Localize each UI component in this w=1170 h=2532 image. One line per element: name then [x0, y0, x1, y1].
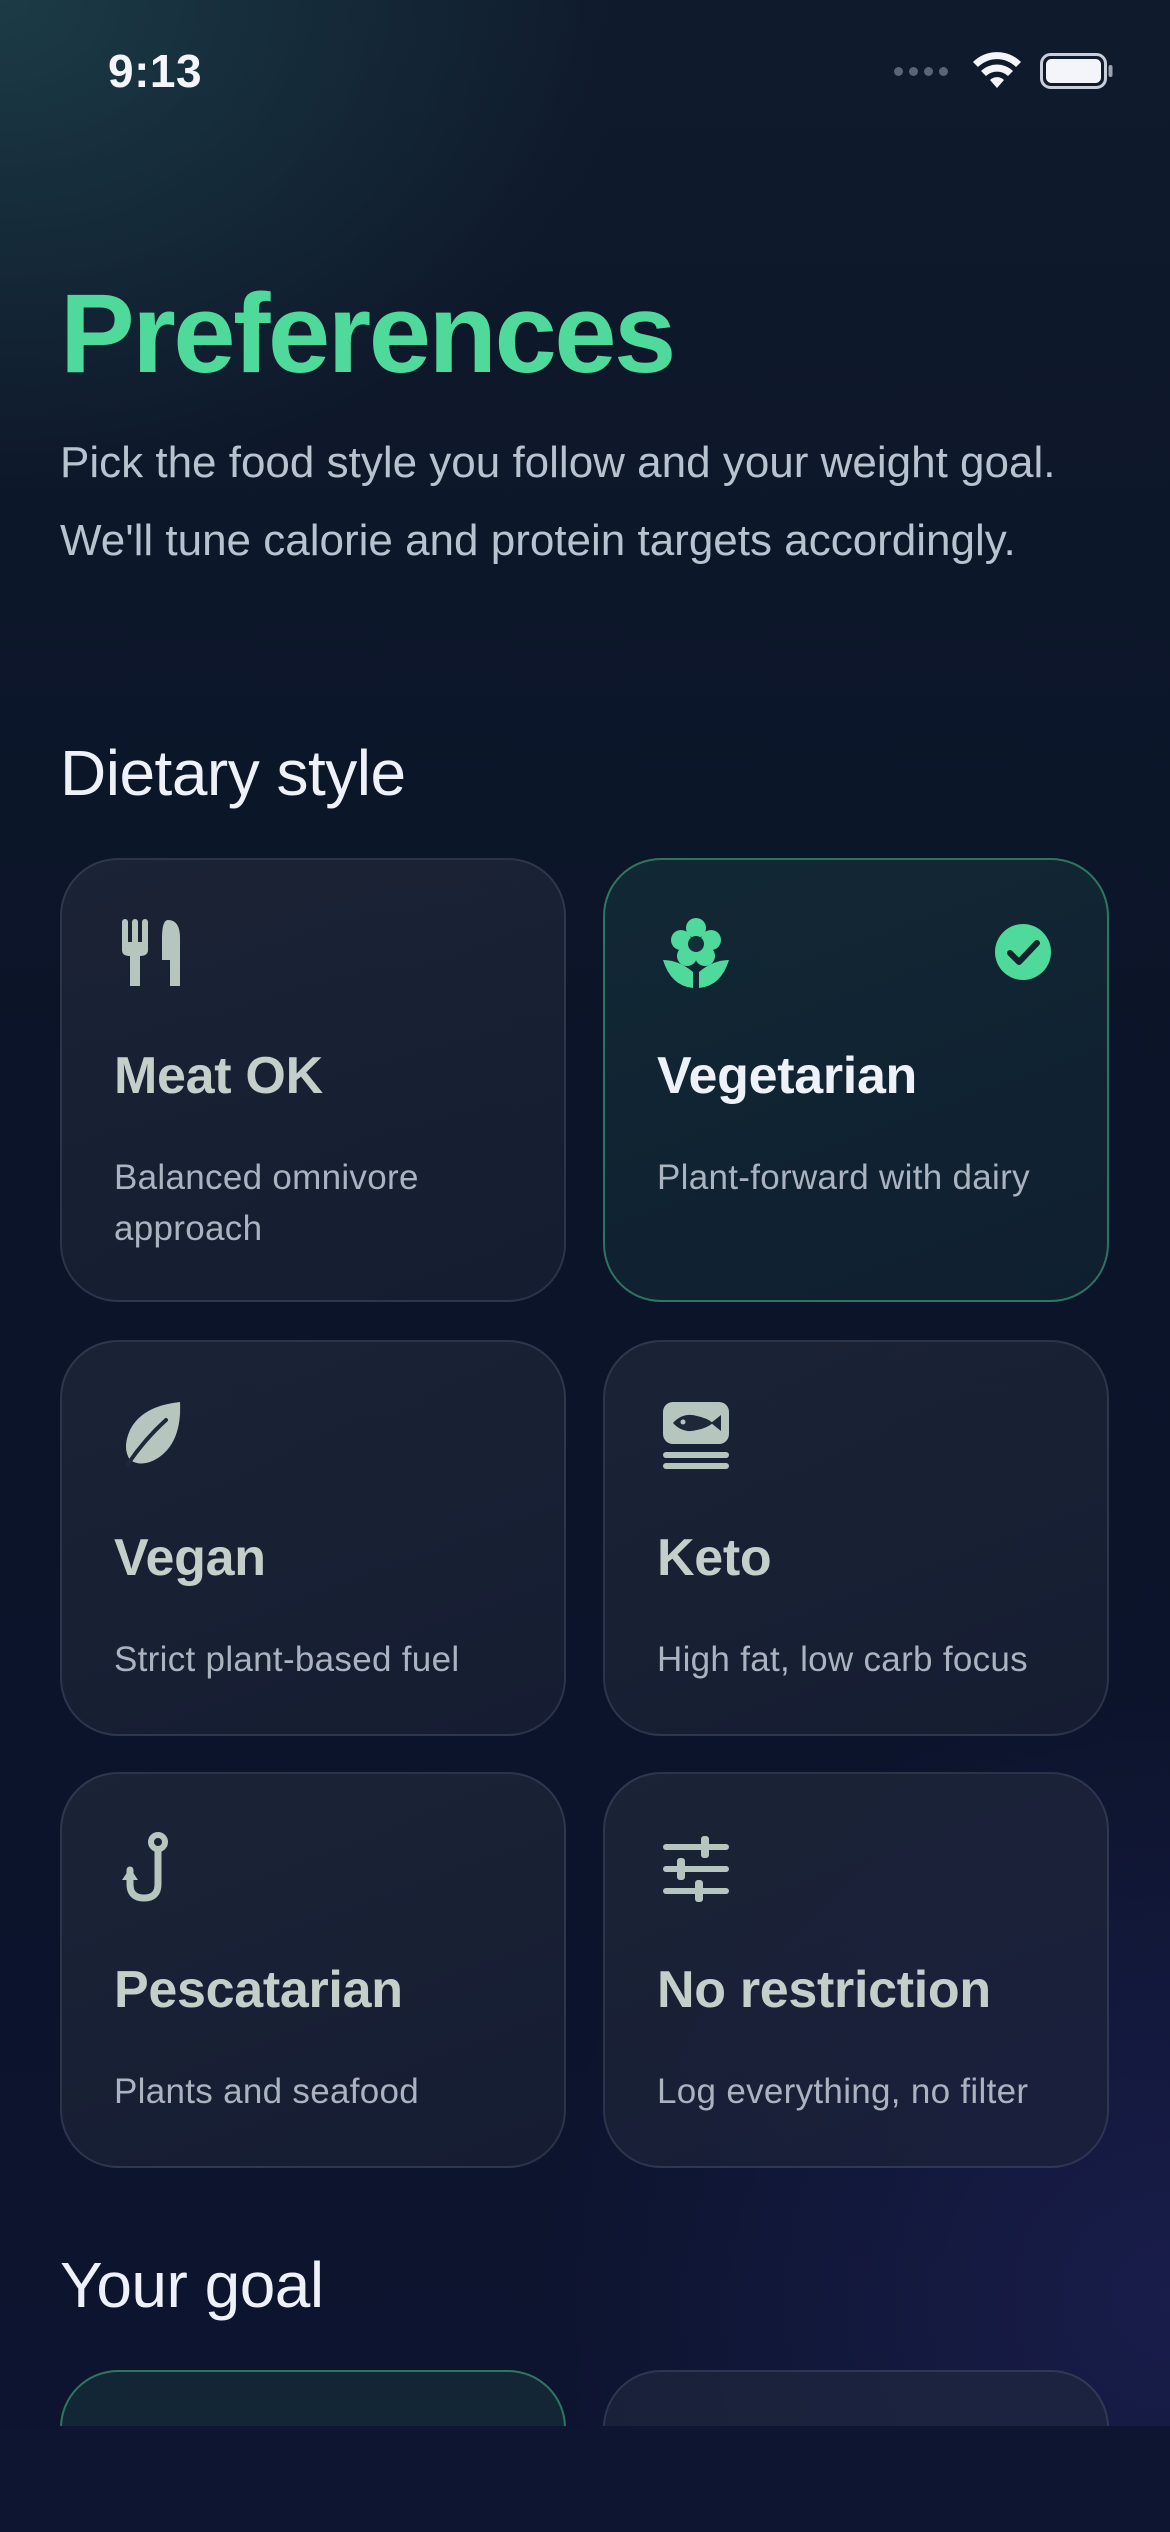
leaf-icon — [126, 1402, 181, 1466]
fish-hook-icon — [122, 1832, 168, 1902]
fork-knife-icon — [122, 919, 180, 986]
fish-plate-icon — [663, 1402, 729, 1469]
diet-option-vegetarian[interactable]: Vegetarian Plant-forward with dairy — [603, 858, 1109, 1302]
page-title: Preferences — [60, 271, 676, 396]
diet-option-title: Pescatarian — [114, 1961, 403, 2019]
status-bar: 9:13 — [0, 0, 1170, 150]
dietary-style-heading: Dietary style — [60, 737, 406, 809]
page-subtitle: Pick the food style you follow and your … — [60, 438, 1056, 565]
preferences-screen: 9:13 Preferences Pick the food style you… — [0, 0, 1170, 2532]
diet-option-title: Vegetarian — [657, 1047, 918, 1105]
checkmark-circle-icon — [995, 924, 1051, 980]
diet-option-title: Vegan — [114, 1529, 266, 1587]
status-time: 9:13 — [108, 45, 203, 97]
diet-option-description: Plant-forward with dairy — [657, 1158, 1030, 1197]
status-indicators — [894, 52, 1114, 90]
bottom-bar — [0, 2426, 1170, 2532]
your-goal-heading: Your goal — [60, 2249, 324, 2321]
flower-icon — [663, 918, 729, 988]
diet-option-description: Log everything, no filter — [657, 2072, 1029, 2111]
diet-option-title: Keto — [657, 1529, 772, 1587]
diet-option-title: No restriction — [657, 1961, 991, 2019]
wifi-icon — [973, 52, 1021, 88]
diet-option-description: High fat, low carb focus — [657, 1640, 1028, 1679]
sliders-icon — [663, 1836, 729, 1902]
diet-option-meat-ok[interactable]: Meat OK Balanced omnivore approach — [60, 858, 566, 1302]
battery-icon — [1040, 53, 1113, 89]
diet-option-no-restriction[interactable]: No restriction Log everything, no filter — [603, 1772, 1109, 2168]
diet-option-description: Plants and seafood — [114, 2072, 420, 2111]
diet-option-keto[interactable]: Keto High fat, low carb focus — [603, 1340, 1109, 1736]
goal-option-card[interactable] — [603, 2370, 1109, 2426]
goal-options-row — [0, 2364, 1170, 2426]
diet-option-pescatarian[interactable]: Pescatarian Plants and seafood — [60, 1772, 566, 2168]
diet-option-title: Meat OK — [114, 1047, 323, 1105]
goal-option-card[interactable] — [60, 2370, 566, 2426]
cellular-signal-icon — [894, 66, 948, 76]
diet-option-description: Balanced omnivore approach — [114, 1158, 419, 1248]
diet-option-vegan[interactable]: Vegan Strict plant-based fuel — [60, 1340, 566, 1736]
diet-option-description: Strict plant-based fuel — [114, 1640, 460, 1679]
